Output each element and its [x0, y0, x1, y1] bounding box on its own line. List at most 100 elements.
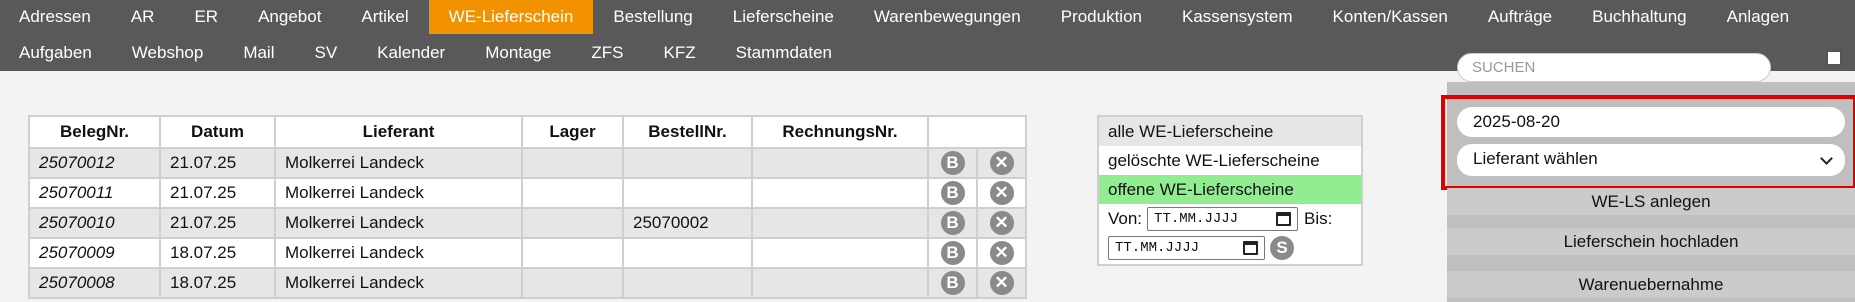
nav-item-kalender[interactable]: Kalender — [357, 36, 465, 70]
book-button[interactable]: B — [940, 151, 965, 175]
nav-item-angebot[interactable]: Angebot — [238, 0, 341, 34]
nav-item-er[interactable]: ER — [174, 0, 238, 34]
date-to-placeholder: TT.MM.JJJJ — [1115, 239, 1200, 256]
cell-belegnr[interactable]: 25070008 — [28, 267, 161, 299]
cell-rechnungsnr — [751, 177, 929, 209]
cell-datum: 21.07.25 — [159, 177, 276, 209]
nav-item-auftraege[interactable]: Aufträge — [1468, 0, 1572, 34]
table-row[interactable]: 25070008 18.07.25 Molkerrei Landeck B ✕ — [28, 267, 1027, 299]
we-lieferschein-table: BelegNr. Datum Lieferant Lager BestellNr… — [28, 115, 1027, 299]
nav-item-konten-kassen[interactable]: Konten/Kassen — [1313, 0, 1468, 34]
delete-button[interactable]: ✕ — [989, 211, 1014, 235]
col-bestellnr[interactable]: BestellNr. — [622, 115, 753, 149]
nav-item-aufgaben[interactable]: Aufgaben — [0, 36, 112, 70]
date-from-input[interactable]: TT.MM.JJJJ — [1147, 206, 1299, 231]
cell-action-b: B — [927, 237, 978, 269]
cell-action-x: ✕ — [976, 207, 1027, 239]
nav-item-kfz[interactable]: KFZ — [644, 36, 716, 70]
date-input[interactable]: 2025-08-20 — [1457, 107, 1845, 137]
table-header-row: BelegNr. Datum Lieferant Lager BestellNr… — [28, 115, 1027, 149]
cell-bestellnr — [622, 237, 753, 269]
cell-lager — [521, 207, 624, 239]
nav-item-webshop[interactable]: Webshop — [112, 36, 224, 70]
cell-belegnr[interactable]: 25070009 — [28, 237, 161, 269]
book-button[interactable]: B — [940, 181, 965, 205]
nav-item-anlagen[interactable]: Anlagen — [1707, 0, 1809, 34]
nav-row-2: Aufgaben Webshop Mail SV Kalender Montag… — [0, 36, 852, 70]
filter-deleted[interactable]: gelöschte WE-Lieferscheine — [1099, 146, 1361, 175]
cell-lager — [521, 147, 624, 179]
nav-item-mail[interactable]: Mail — [223, 36, 294, 70]
nav-item-lieferscheine[interactable]: Lieferscheine — [713, 0, 854, 34]
nav-item-buchhaltung[interactable]: Buchhaltung — [1572, 0, 1707, 34]
cell-bestellnr — [622, 267, 753, 299]
search-input[interactable]: SUCHEN — [1457, 53, 1771, 82]
table-row[interactable]: 25070012 21.07.25 Molkerrei Landeck B ✕ — [28, 147, 1027, 179]
col-datum[interactable]: Datum — [159, 115, 276, 149]
nav-item-produktion[interactable]: Produktion — [1041, 0, 1162, 34]
filter-all[interactable]: alle WE-Lieferscheine — [1099, 117, 1361, 146]
delete-button[interactable]: ✕ — [989, 271, 1014, 295]
nav-item-bestellung[interactable]: Bestellung — [593, 0, 712, 34]
nav-item-ar[interactable]: AR — [111, 0, 175, 34]
cell-belegnr[interactable]: 25070012 — [28, 147, 161, 179]
col-lager[interactable]: Lager — [521, 115, 624, 149]
cell-datum: 18.07.25 — [159, 237, 276, 269]
nav-item-we-lieferschein[interactable]: WE-Lieferschein — [428, 0, 594, 34]
to-label: Bis: — [1304, 208, 1333, 228]
table-row[interactable]: 25070010 21.07.25 Molkerrei Landeck 2507… — [28, 207, 1027, 239]
lieferschein-hochladen-button[interactable]: Lieferschein hochladen — [1447, 228, 1855, 255]
cell-lieferant: Molkerrei Landeck — [274, 207, 523, 239]
col-rechnungsnr[interactable]: RechnungsNr. — [751, 115, 929, 149]
checkbox[interactable] — [1826, 50, 1842, 66]
cell-action-x: ✕ — [976, 237, 1027, 269]
col-belegnr[interactable]: BelegNr. — [28, 115, 161, 149]
supplier-select-value: Lieferant wählen — [1473, 149, 1598, 168]
nav-row-1: Adressen AR ER Angebot Artikel WE-Liefer… — [0, 0, 1809, 34]
cell-bestellnr — [622, 147, 753, 179]
col-actions — [927, 115, 1027, 149]
cell-lieferant: Molkerrei Landeck — [274, 267, 523, 299]
cell-action-b: B — [927, 177, 978, 209]
book-button[interactable]: B — [940, 241, 965, 265]
book-button[interactable]: B — [940, 271, 965, 295]
nav-item-kassensystem[interactable]: Kassensystem — [1162, 0, 1313, 34]
cell-lager — [521, 237, 624, 269]
from-label: Von: — [1108, 208, 1143, 228]
search-submit-button[interactable]: S — [1270, 235, 1294, 260]
we-ls-anlegen-button[interactable]: WE-LS anlegen — [1447, 188, 1855, 215]
chevron-down-icon — [1820, 152, 1833, 165]
date-to-input[interactable]: TT.MM.JJJJ — [1108, 235, 1265, 260]
nav-item-sv[interactable]: SV — [294, 36, 357, 70]
table-row[interactable]: 25070011 21.07.25 Molkerrei Landeck B ✕ — [28, 177, 1027, 209]
table-row[interactable]: 25070009 18.07.25 Molkerrei Landeck B ✕ — [28, 237, 1027, 269]
nav-item-montage[interactable]: Montage — [465, 36, 571, 70]
delete-button[interactable]: ✕ — [989, 241, 1014, 265]
cell-belegnr[interactable]: 25070010 — [28, 207, 161, 239]
warenuebernahme-button[interactable]: Warenuebernahme — [1447, 271, 1855, 298]
delete-button[interactable]: ✕ — [989, 151, 1014, 175]
col-lieferant[interactable]: Lieferant — [274, 115, 523, 149]
cell-bestellnr: 25070002 — [622, 207, 753, 239]
filter-panel: alle WE-Lieferscheine gelöschte WE-Liefe… — [1097, 115, 1363, 266]
cell-belegnr[interactable]: 25070011 — [28, 177, 161, 209]
cell-datum: 21.07.25 — [159, 147, 276, 179]
nav-item-warenbewegungen[interactable]: Warenbewegungen — [854, 0, 1041, 34]
filter-open[interactable]: offene WE-Lieferscheine — [1099, 175, 1361, 204]
nav-item-adressen[interactable]: Adressen — [0, 0, 111, 34]
cell-lager — [521, 177, 624, 209]
delete-button[interactable]: ✕ — [989, 181, 1014, 205]
cell-rechnungsnr — [751, 237, 929, 269]
cell-action-b: B — [927, 267, 978, 299]
cell-rechnungsnr — [751, 207, 929, 239]
nav-item-artikel[interactable]: Artikel — [341, 0, 428, 34]
date-from-placeholder: TT.MM.JJJJ — [1154, 210, 1239, 227]
calendar-icon[interactable] — [1276, 211, 1292, 226]
supplier-select[interactable]: Lieferant wählen — [1457, 144, 1845, 176]
book-button[interactable]: B — [940, 211, 965, 235]
cell-action-b: B — [927, 207, 978, 239]
nav-item-zfs[interactable]: ZFS — [571, 36, 643, 70]
nav-item-stammdaten[interactable]: Stammdaten — [716, 36, 852, 70]
calendar-icon[interactable] — [1243, 240, 1258, 255]
cell-datum: 18.07.25 — [159, 267, 276, 299]
